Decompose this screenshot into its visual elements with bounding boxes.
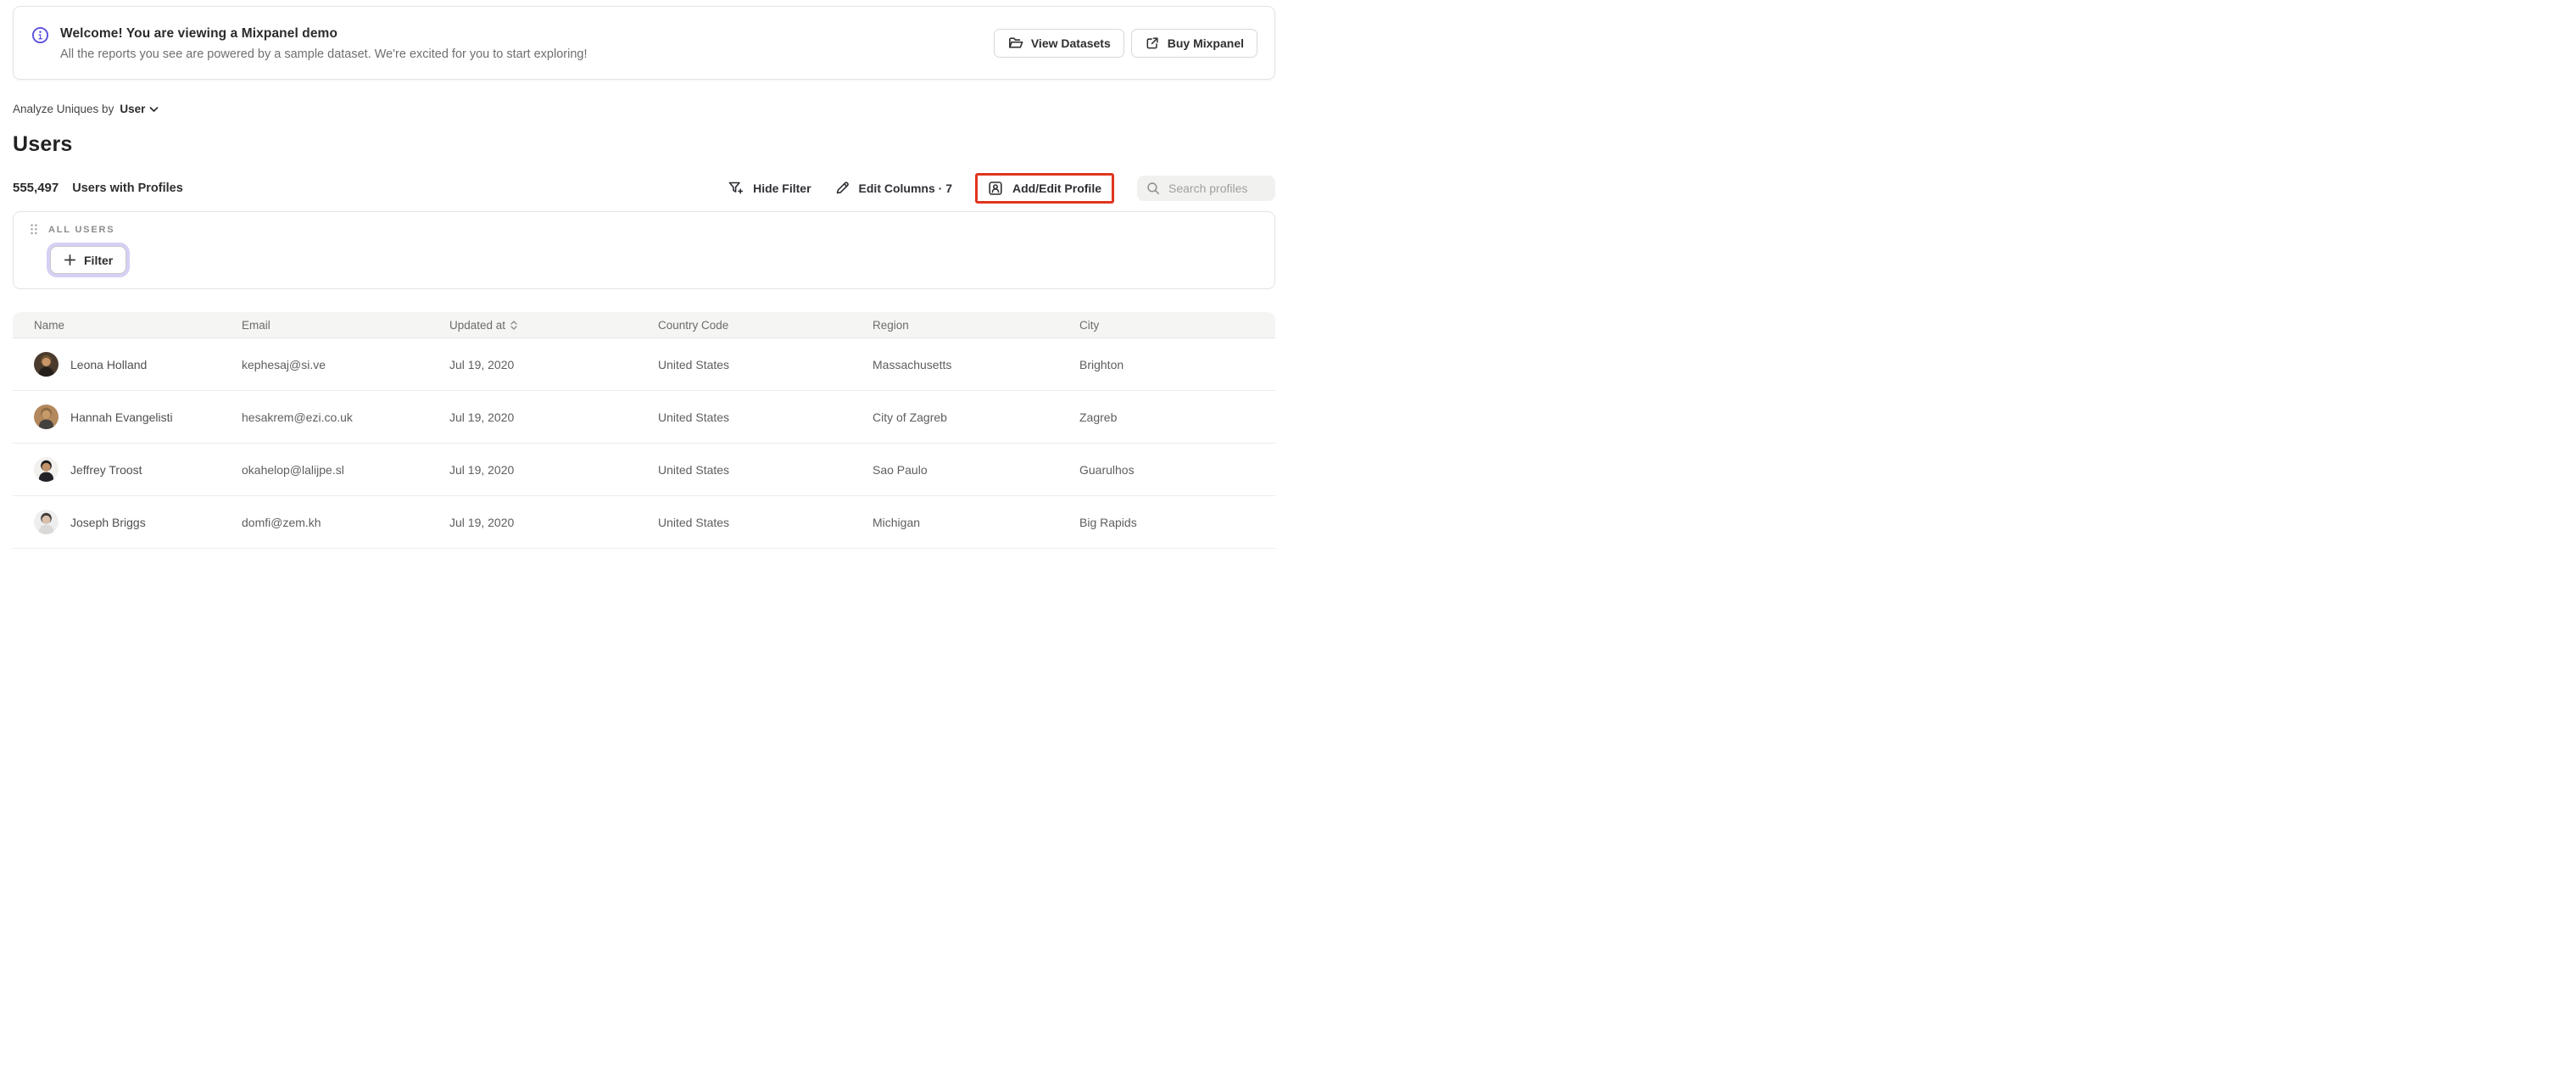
cell-updated-at: Jul 19, 2020 [449, 410, 515, 424]
table-header-row: Name Email Updated at Country Code Regio… [13, 312, 1275, 338]
cell-updated-at: Jul 19, 2020 [449, 462, 515, 477]
buy-mixpanel-label: Buy Mixpanel [1167, 36, 1244, 50]
column-header-country-code[interactable]: Country Code [658, 319, 873, 332]
cell-email: hesakrem@ezi.co.uk [242, 410, 353, 424]
cell-region: Michigan [873, 515, 921, 529]
view-datasets-button[interactable]: View Datasets [993, 28, 1124, 58]
add-filter-label: Filter [84, 253, 114, 267]
cell-name: Jeffrey Troost [70, 462, 142, 477]
breadcrumb: Analyze Uniques by User [13, 103, 1275, 115]
edit-columns-label: Edit Columns · 7 [858, 181, 952, 195]
cell-city: Brighton [1079, 357, 1124, 371]
analyze-by-label: Analyze Uniques by [13, 103, 114, 115]
cell-updated-at: Jul 19, 2020 [449, 357, 515, 371]
cell-region: Massachusetts [873, 357, 952, 371]
cell-region: Sao Paulo [873, 462, 928, 477]
cell-name: Leona Holland [70, 357, 148, 371]
cell-updated-at: Jul 19, 2020 [449, 515, 515, 529]
table-row[interactable]: Hannah Evangelisti hesakrem@ezi.co.uk Ju… [13, 391, 1275, 444]
group-label: ALL USERS [48, 224, 115, 235]
buy-mixpanel-button[interactable]: Buy Mixpanel [1130, 28, 1257, 58]
sort-icon [510, 320, 517, 330]
cell-country-code: United States [658, 515, 730, 529]
plus-icon [64, 254, 76, 266]
view-datasets-label: View Datasets [1030, 36, 1111, 50]
search-profiles-input[interactable] [1168, 181, 1267, 195]
search-icon [1146, 181, 1161, 196]
annotation-box: Add/Edit Profile [975, 172, 1114, 204]
banner-title: Welcome! You are viewing a Mixpanel demo [60, 26, 338, 41]
column-header-email[interactable]: Email [242, 319, 449, 332]
avatar [34, 352, 59, 377]
funnel-plus-icon [728, 180, 744, 196]
welcome-banner: Welcome! You are viewing a Mixpanel demo… [13, 6, 1275, 80]
add-edit-profile-button[interactable]: Add/Edit Profile [987, 180, 1101, 197]
profile-card-icon [987, 180, 1004, 197]
column-header-region[interactable]: Region [873, 319, 1079, 332]
cell-city: Guarulhos [1079, 462, 1135, 477]
column-header-name[interactable]: Name [34, 319, 242, 332]
column-header-city[interactable]: City [1079, 319, 1275, 332]
table-row[interactable]: Joseph Briggs domfi@zem.kh Jul 19, 2020 … [13, 496, 1275, 549]
cell-email: domfi@zem.kh [242, 515, 321, 529]
search-profiles-box[interactable] [1137, 175, 1275, 201]
cell-email: okahelop@lalijpe.sl [242, 462, 344, 477]
add-edit-profile-label: Add/Edit Profile [1012, 181, 1101, 195]
cell-email: kephesaj@si.ve [242, 357, 326, 371]
avatar [34, 405, 59, 429]
cell-country-code: United States [658, 462, 730, 477]
folder-icon [1007, 35, 1023, 51]
profiles-table: Name Email Updated at Country Code Regio… [13, 312, 1275, 549]
avatar [34, 457, 59, 482]
analyze-by-value: User [120, 103, 146, 115]
cell-city: Big Rapids [1079, 515, 1137, 529]
profiles-count: 555,497 [13, 181, 59, 195]
banner-subtitle: All the reports you see are powered by a… [60, 47, 588, 61]
external-link-icon [1145, 36, 1160, 51]
table-row[interactable]: Leona Holland kephesaj@si.ve Jul 19, 202… [13, 338, 1275, 391]
table-body: Leona Holland kephesaj@si.ve Jul 19, 202… [13, 338, 1275, 549]
cell-name: Joseph Briggs [70, 515, 146, 529]
drag-handle-icon[interactable] [29, 223, 39, 236]
profiles-count-label: Users with Profiles [72, 181, 183, 195]
cell-city: Zagreb [1079, 410, 1118, 424]
cell-name: Hannah Evangelisti [70, 410, 173, 424]
profiles-toolbar: Hide Filter Edit Columns · 7 Add/Edit Pr… [728, 172, 1275, 204]
cell-region: City of Zagreb [873, 410, 947, 424]
hide-filter-button[interactable]: Hide Filter [728, 180, 811, 196]
page-title: Users [13, 132, 73, 156]
column-header-updated-at[interactable]: Updated at [449, 319, 658, 332]
filter-button-focus-ring: Filter [47, 243, 131, 277]
add-filter-button[interactable]: Filter [50, 246, 127, 274]
table-row[interactable]: Jeffrey Troost okahelop@lalijpe.sl Jul 1… [13, 444, 1275, 496]
filter-panel: ALL USERS Filter [13, 211, 1275, 289]
chevron-down-icon [149, 106, 159, 113]
cell-country-code: United States [658, 410, 730, 424]
hide-filter-label: Hide Filter [753, 181, 811, 195]
cell-country-code: United States [658, 357, 730, 371]
avatar [34, 510, 59, 534]
edit-columns-button[interactable]: Edit Columns · 7 [834, 180, 952, 196]
pencil-icon [834, 180, 850, 196]
analyze-by-selector[interactable]: User [120, 103, 159, 115]
info-icon [31, 26, 49, 44]
